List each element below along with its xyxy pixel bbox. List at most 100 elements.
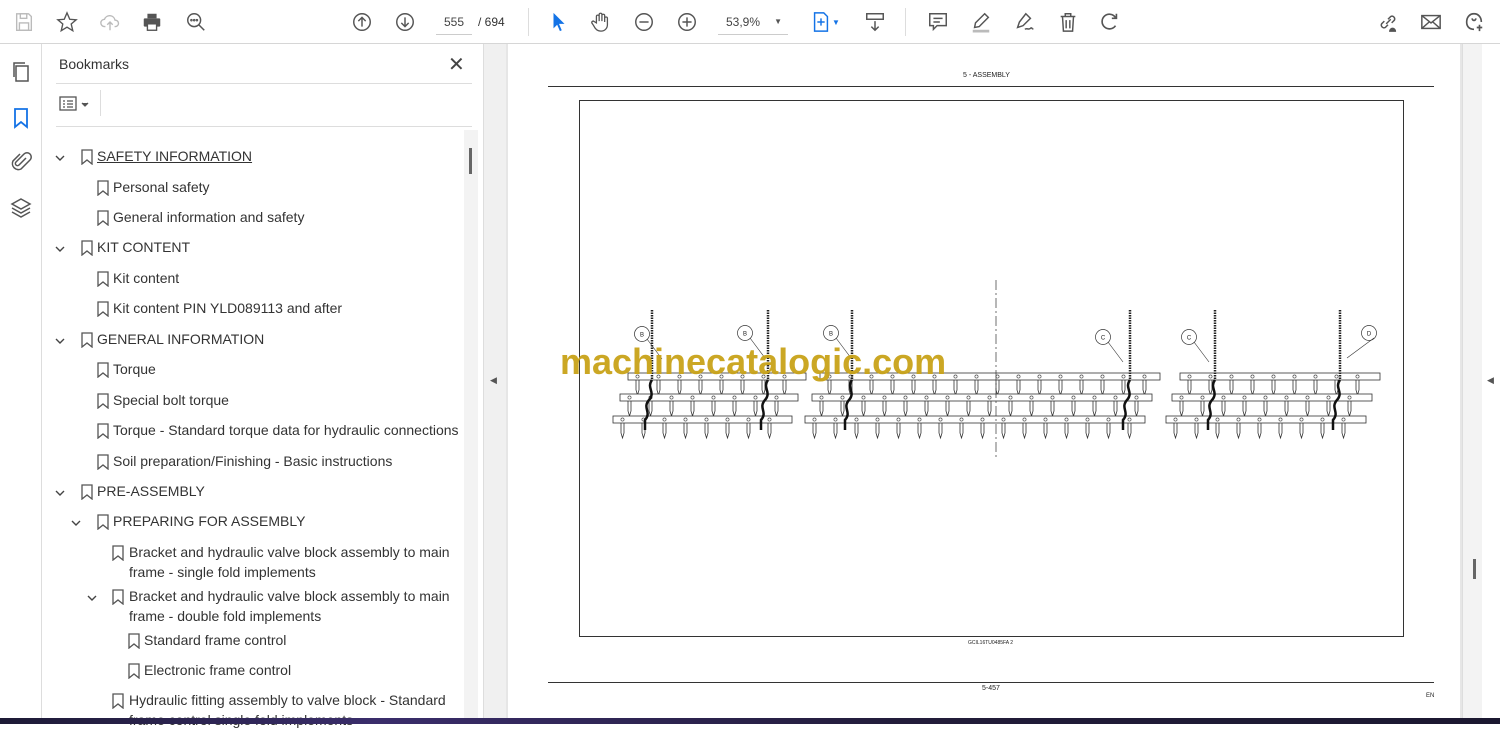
bookmark-item[interactable]: GENERAL INFORMATION [97, 329, 264, 349]
tine [980, 423, 985, 440]
bookmark-star-icon[interactable] [53, 8, 81, 36]
callout-label: C [1101, 336, 1106, 342]
tine [627, 401, 632, 418]
bookmark-item[interactable]: Torque - Standard torque data for hydrau… [113, 420, 459, 440]
tine [1313, 380, 1318, 397]
zoom-in-icon[interactable] [673, 8, 701, 36]
select-arrow-icon[interactable] [545, 8, 573, 36]
cloud-upload-icon[interactable] [96, 8, 124, 36]
highlight-icon[interactable] [967, 8, 995, 36]
bookmark-item[interactable]: General information and safety [113, 207, 304, 227]
tine [1229, 380, 1234, 397]
panel-scrollbar[interactable] [464, 130, 478, 718]
bookmark-item[interactable]: Electronic frame control [144, 660, 291, 680]
tine [1250, 380, 1255, 397]
tine [1001, 423, 1006, 440]
page-total: / 694 [478, 15, 505, 29]
zoom-select[interactable]: 53,9% ▼ [718, 11, 788, 35]
chevron-down-icon[interactable] [70, 516, 82, 528]
chevron-down-icon[interactable] [54, 334, 66, 346]
share-link-icon[interactable] [1374, 8, 1402, 36]
callout-leader [1346, 337, 1375, 359]
bookmark-item[interactable]: KIT CONTENT [97, 237, 190, 257]
tine [1064, 423, 1069, 440]
page-number-input[interactable]: 555 [436, 11, 472, 35]
tine [1305, 401, 1310, 418]
tine [1092, 401, 1097, 418]
bookmark-item[interactable]: Bracket and hydraulic valve block assemb… [129, 586, 450, 626]
bookmark-item[interactable]: SAFETY INFORMATION [97, 146, 252, 166]
tine [1134, 401, 1139, 418]
scrollbar-thumb[interactable] [469, 148, 472, 174]
comment-icon[interactable] [924, 8, 952, 36]
page-up-icon[interactable] [348, 8, 376, 36]
tine [774, 401, 779, 418]
tine [812, 423, 817, 440]
panel-title: Bookmarks [59, 56, 130, 72]
bookmark-item[interactable]: Torque [113, 359, 156, 379]
tine [725, 423, 730, 440]
bookmark-item[interactable]: Personal safety [113, 177, 210, 197]
attachment-icon[interactable] [9, 150, 33, 174]
add-user-icon[interactable] [1460, 8, 1488, 36]
bookmark-icon [97, 271, 109, 288]
bookmark-item[interactable]: Kit content PIN YLD089113 and after [113, 298, 342, 318]
delete-icon[interactable] [1054, 8, 1082, 36]
bookmark-label: Bracket and hydraulic valve block assemb… [129, 588, 450, 604]
document-scrollbar[interactable] [1462, 44, 1482, 718]
rotate-icon[interactable] [1096, 8, 1124, 36]
watermark: machinecatalogic.com [560, 341, 947, 382]
layers-icon[interactable] [9, 196, 33, 220]
chevron-down-icon[interactable] [54, 486, 66, 498]
bookmark-item[interactable]: Special bolt torque [113, 390, 229, 410]
bookmarks-panel: Bookmarks ✕ SAFETY INFORMATION Personal s… [42, 44, 484, 728]
page-down-icon[interactable] [391, 8, 419, 36]
bookmark-item[interactable]: Bracket and hydraulic valve block assemb… [129, 542, 450, 582]
email-icon[interactable] [1417, 8, 1445, 36]
bookmark-options-button[interactable] [58, 94, 94, 114]
tine [732, 401, 737, 418]
tine [875, 423, 880, 440]
panel-collapse-handle[interactable]: ◀ [484, 44, 506, 718]
bookmark-icon [112, 545, 124, 562]
print-icon[interactable] [138, 8, 166, 36]
search-zoom-icon[interactable] [182, 8, 210, 36]
chevron-left-icon[interactable]: ◀ [1487, 375, 1494, 386]
close-icon[interactable]: ✕ [448, 52, 465, 77]
tine [1257, 423, 1262, 440]
chevron-left-icon[interactable]: ◀ [490, 375, 497, 386]
tine [1037, 380, 1042, 397]
bookmark-item[interactable]: Soil preparation/Finishing - Basic instr… [113, 451, 392, 471]
scrollbar-thumb[interactable] [1473, 559, 1476, 579]
tine [924, 401, 929, 418]
bookmark-label: Kit content [113, 270, 180, 286]
bookmark-item[interactable]: PREPARING FOR ASSEMBLY [113, 511, 305, 531]
chevron-down-icon[interactable] [54, 242, 66, 254]
toolbar: 555 / 694 53,9% ▼ ▼ [0, 0, 1500, 44]
pages-icon[interactable] [9, 60, 33, 84]
zoom-out-icon[interactable] [630, 8, 658, 36]
callout-leader [1107, 341, 1124, 363]
tine [1022, 423, 1027, 440]
frame-bar [1179, 372, 1381, 381]
sign-icon[interactable] [1010, 8, 1038, 36]
tine [1347, 401, 1352, 418]
bookmark-item[interactable]: PRE-ASSEMBLY [97, 481, 205, 501]
bookmark-item[interactable]: Kit content [113, 268, 179, 288]
footer-rule [548, 682, 1434, 683]
tine [854, 423, 859, 440]
right-panel-handle[interactable]: ◀ [1482, 44, 1500, 718]
hand-icon[interactable] [587, 8, 615, 36]
chevron-down-icon[interactable] [54, 151, 66, 163]
fit-page-icon[interactable]: ▼ [806, 8, 844, 36]
bookmark-panel-icon[interactable] [9, 106, 33, 130]
scroll-mode-icon[interactable] [861, 8, 889, 36]
tine [1016, 380, 1021, 397]
frame-bar [612, 415, 793, 424]
bookmark-item[interactable]: Hydraulic fitting assembly to valve bloc… [129, 690, 446, 730]
bookmark-item[interactable]: Standard frame control [144, 630, 286, 650]
chevron-down-icon[interactable] [86, 591, 98, 603]
tine [945, 401, 950, 418]
tine [704, 423, 709, 440]
save-icon[interactable] [10, 8, 38, 36]
